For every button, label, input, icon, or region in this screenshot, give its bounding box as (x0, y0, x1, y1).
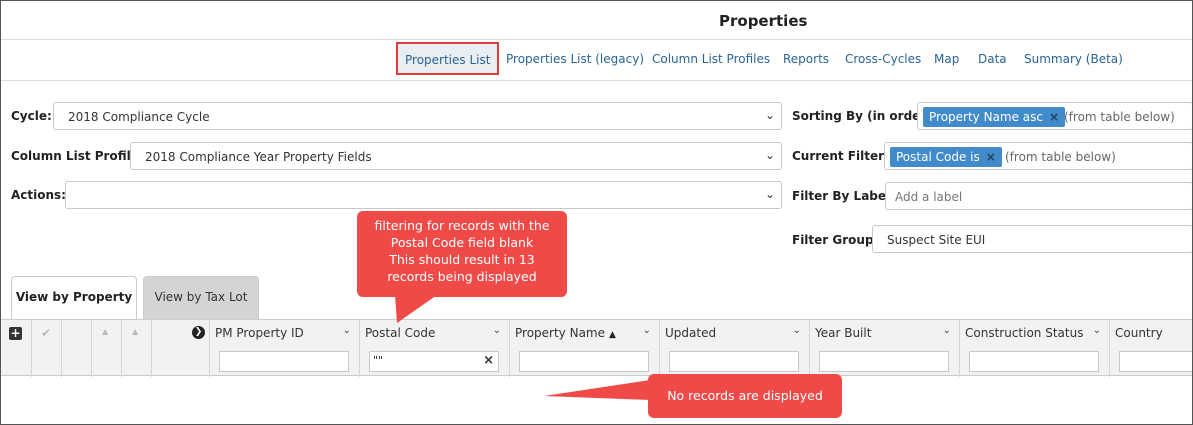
nav-data[interactable]: Data (978, 52, 1007, 66)
chevron-down-icon[interactable]: ⌄ (943, 325, 951, 336)
filter-by-label-label: Filter By Label: (792, 189, 895, 203)
actions-select[interactable]: ⌄ (65, 181, 782, 209)
sorting-by-label: Sorting By (in order): (792, 109, 937, 123)
column-filter-input[interactable] (819, 351, 949, 372)
column-filter-input[interactable] (669, 351, 799, 372)
actions-label: Actions: (11, 188, 66, 202)
triangle-up-icon: ▲ (132, 327, 139, 336)
blank-cell (62, 320, 92, 377)
chevron-down-icon[interactable]: ⌄ (1093, 325, 1101, 336)
column-construction-status[interactable]: Construction Status ⌄ (960, 320, 1110, 377)
tab-view-by-tax-lot[interactable]: View by Tax Lot (143, 276, 259, 319)
sorting-tag[interactable]: Property Name asc × (923, 107, 1066, 127)
sorting-hint: (from table below) (1064, 110, 1175, 124)
column-list-profile-select[interactable]: 2018 Compliance Year Property Fields ⌄ (130, 142, 782, 170)
filter-tag[interactable]: Postal Code is × (890, 147, 1002, 167)
callout-pointer (395, 295, 437, 323)
column-filter-input[interactable]: "" × (369, 351, 499, 372)
filter-by-label-placeholder: Add a label (895, 190, 963, 204)
filter-note-line: records being displayed (387, 269, 537, 284)
column-filter-input[interactable] (1119, 351, 1193, 372)
cycle-label: Cycle: (11, 109, 52, 123)
column-country[interactable]: Country (1110, 320, 1193, 377)
column-label-wrap: Property Name ▲ (515, 326, 616, 340)
chevron-down-icon: ⌄ (764, 187, 775, 201)
column-pm-property-id[interactable]: PM Property ID ⌄ (210, 320, 360, 377)
column-property-name[interactable]: Property Name ▲ ⌄ (510, 320, 660, 377)
sorting-tag-input[interactable]: Property Name asc × (from table below) (917, 102, 1193, 130)
current-filters-label: Current Filters: (792, 149, 896, 163)
column-label: Property Name (515, 326, 605, 340)
column-label: Updated (665, 326, 717, 340)
filter-group-label: Filter Group: (792, 233, 879, 247)
filter-value: "" (373, 354, 384, 367)
chevron-down-icon[interactable]: ⌄ (343, 325, 351, 336)
tab-view-by-property[interactable]: View by Property (11, 276, 137, 319)
expand-cell[interactable]: ❯ (152, 320, 210, 377)
triangle-up-icon: ▲ (102, 327, 109, 336)
column-list-profile-label: Column List Profile: (11, 149, 144, 163)
nav-column-list-profiles[interactable]: Column List Profiles (652, 52, 770, 66)
add-column-cell[interactable]: + (0, 320, 32, 377)
filter-note-line: Postal Code field blank (390, 235, 534, 250)
chevron-down-icon[interactable]: ⌄ (493, 325, 501, 336)
select-all-cell[interactable]: ✔ (32, 320, 62, 377)
column-label: PM Property ID (215, 326, 304, 340)
chevron-down-icon[interactable]: ⌄ (793, 325, 801, 336)
column-label: Construction Status (965, 326, 1084, 340)
expand-arrow-icon[interactable]: ❯ (192, 326, 205, 339)
remove-tag-icon[interactable]: × (986, 150, 996, 164)
page-title: Properties (719, 12, 808, 30)
plus-icon[interactable]: + (9, 327, 22, 340)
column-label: Postal Code (365, 326, 436, 340)
filter-by-label-input[interactable]: Add a label (885, 182, 1193, 210)
column-filter-input[interactable] (969, 351, 1099, 372)
sort-cell[interactable]: ▲ (122, 320, 152, 377)
nav-reports[interactable]: Reports (783, 52, 829, 66)
column-postal-code[interactable]: Postal Code ⌄ "" × (360, 320, 510, 377)
nav-map[interactable]: Map (934, 52, 959, 66)
sort-cell[interactable]: ▲ (92, 320, 122, 377)
chevron-down-icon: ⌄ (764, 148, 775, 162)
nav-summary-beta[interactable]: Summary (Beta) (1024, 52, 1123, 66)
chevron-down-icon[interactable]: ⌄ (643, 325, 651, 336)
nav-properties-list-legacy[interactable]: Properties List (legacy) (506, 52, 644, 66)
column-year-built[interactable]: Year Built ⌄ (810, 320, 960, 377)
callout-pointer (544, 380, 650, 400)
filters-tag-input[interactable]: Postal Code is × (from table below) (884, 142, 1193, 170)
column-label: Year Built (815, 326, 872, 340)
filter-note-line: filtering for records with the (374, 218, 550, 233)
nav-bar: Properties List Properties List (legacy)… (0, 40, 1193, 81)
filter-group-value: Suspect Site EUI (887, 233, 986, 247)
filter-tag-label: Postal Code is (896, 150, 980, 164)
chevron-down-icon: ⌄ (764, 108, 775, 122)
clear-icon[interactable]: × (483, 353, 494, 368)
cycle-value: 2018 Compliance Cycle (68, 110, 210, 124)
sorting-tag-label: Property Name asc (929, 110, 1044, 124)
grid-header: + ✔ ▲ ▲ ❯ PM Property ID ⌄ Postal Code ⌄… (0, 319, 1193, 377)
column-updated[interactable]: Updated ⌄ (660, 320, 810, 377)
remove-tag-icon[interactable]: × (1049, 110, 1059, 124)
filter-group-select[interactable]: Suspect Site EUI (872, 225, 1193, 253)
column-list-profile-value: 2018 Compliance Year Property Fields (145, 150, 372, 164)
page-header: Properties (0, 0, 1193, 40)
column-filter-input[interactable] (219, 351, 349, 372)
cycle-select[interactable]: 2018 Compliance Cycle ⌄ (53, 102, 782, 130)
no-records-callout: No records are displayed (648, 374, 842, 418)
filter-note-callout: filtering for records with the Postal Co… (357, 211, 567, 297)
filters-hint: (from table below) (1005, 150, 1116, 164)
check-icon[interactable]: ✔ (41, 326, 51, 340)
filter-note-line: This should result in 13 (389, 252, 535, 267)
sort-asc-icon: ▲ (609, 330, 616, 340)
column-label: Country (1115, 326, 1163, 340)
nav-cross-cycles[interactable]: Cross-Cycles (845, 52, 921, 66)
column-filter-input[interactable] (519, 351, 649, 372)
nav-properties-list[interactable]: Properties List (396, 42, 500, 75)
